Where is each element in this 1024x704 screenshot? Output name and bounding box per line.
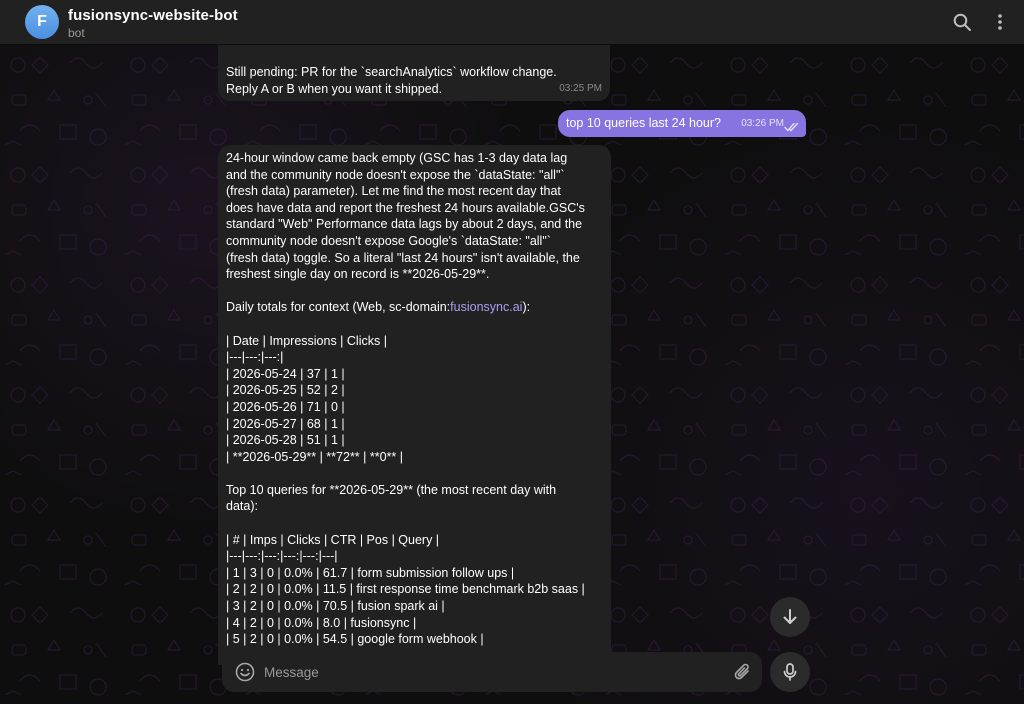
- message-time: 03:26 PM: [741, 118, 784, 130]
- table-row: | 2026-05-28 | 51 | 1 |: [226, 433, 345, 448]
- message-line: freshest single day on record is **2026-…: [226, 267, 490, 282]
- arrow-down-icon: [783, 609, 797, 624]
- message-text: top 10 queries last 24 hour?: [566, 116, 721, 130]
- message-line: community node doesn't expose Google's `…: [226, 233, 551, 248]
- search-button[interactable]: [950, 10, 974, 34]
- message-line: (fresh data) parameter). Let me find the…: [226, 184, 561, 199]
- search-icon: [953, 13, 971, 31]
- table-row: | **2026-05-29** | **72** | **0** |: [226, 449, 403, 464]
- table-row: | 3 | 2 | 0 | 0.0% | 70.5 | fusion spark…: [226, 599, 445, 614]
- table-row: | Date | Impressions | Clicks |: [226, 333, 387, 348]
- more-options-button[interactable]: [988, 10, 1012, 34]
- double-check-icon: [784, 122, 799, 132]
- message-line: 24-hour window came back empty (GSC has …: [226, 151, 568, 165]
- more-vertical-icon: [998, 14, 1002, 30]
- microphone-icon: [783, 663, 797, 681]
- table-row: | 2026-05-25 | 52 | 2 |: [226, 383, 345, 398]
- message-line: and the community node doesn't expose th…: [226, 167, 565, 182]
- paperclip-icon[interactable]: [732, 661, 754, 683]
- table-row: | # | Imps | Clicks | CTR | Pos | Query …: [226, 532, 440, 547]
- chat-title[interactable]: fusionsync-website-bot: [68, 7, 238, 24]
- table-row: | 1 | 3 | 0 | 0.0% | 61.7 | form submiss…: [226, 565, 515, 580]
- message-text: Daily totals for context (Web, sc-domain…: [226, 300, 451, 315]
- incoming-message[interactable]: 24-hour window came back empty (GSC has …: [218, 145, 611, 665]
- message-text: ):: [522, 300, 531, 315]
- message-time: 03:25 PM: [559, 83, 602, 95]
- table-row: |---|---:|---:|---:|---:|---|: [226, 549, 338, 564]
- emoji-icon[interactable]: [234, 661, 256, 683]
- message-line: data):: [226, 499, 258, 514]
- incoming-message[interactable]: Still pending: PR for the `searchAnalyti…: [218, 45, 610, 101]
- chat-subtitle: bot: [68, 26, 85, 40]
- message-line: Reply A or B when you want it shipped.: [226, 81, 443, 96]
- table-row: | 2026-05-24 | 37 | 1 |: [226, 366, 345, 381]
- table-row: | 5 | 2 | 0 | 0.0% | 54.5 | google form …: [226, 632, 484, 647]
- table-row: |---|---:|---:|: [226, 350, 284, 365]
- telegram-chat-window: F fusionsync-website-bot bot Still pendi…: [0, 0, 1024, 704]
- message-line: Still pending: PR for the `searchAnalyti…: [226, 65, 557, 79]
- message-line: Top 10 queries for **2026-05-29** (the m…: [226, 482, 557, 497]
- table-row: | 2026-05-26 | 71 | 0 |: [226, 399, 345, 414]
- message-line: does have data and report the freshest 2…: [226, 200, 585, 215]
- message-line: (fresh data) toggle. So a literal "last …: [226, 250, 580, 265]
- table-row: | 2 | 2 | 0 | 0.0% | 11.5 | first respon…: [226, 582, 585, 597]
- domain-link[interactable]: fusionsync.ai: [450, 300, 522, 314]
- message-composer: [222, 652, 762, 692]
- table-row: | 2026-05-27 | 68 | 1 |: [226, 416, 345, 431]
- message-line: standard "Web" Performance data lags by …: [226, 217, 583, 232]
- avatar[interactable]: F: [25, 5, 59, 39]
- table-row: | 4 | 2 | 0 | 0.0% | 8.0 | fusionsync |: [226, 615, 417, 630]
- voice-message-button[interactable]: [770, 652, 810, 692]
- chat-header: F fusionsync-website-bot bot: [0, 0, 1024, 45]
- outgoing-message[interactable]: top 10 queries last 24 hour? 03:26 PM: [558, 110, 806, 137]
- message-input[interactable]: [264, 658, 724, 686]
- message-line: Daily totals for context (Web, sc-domain…: [226, 299, 601, 316]
- scroll-to-bottom-button[interactable]: [770, 597, 810, 637]
